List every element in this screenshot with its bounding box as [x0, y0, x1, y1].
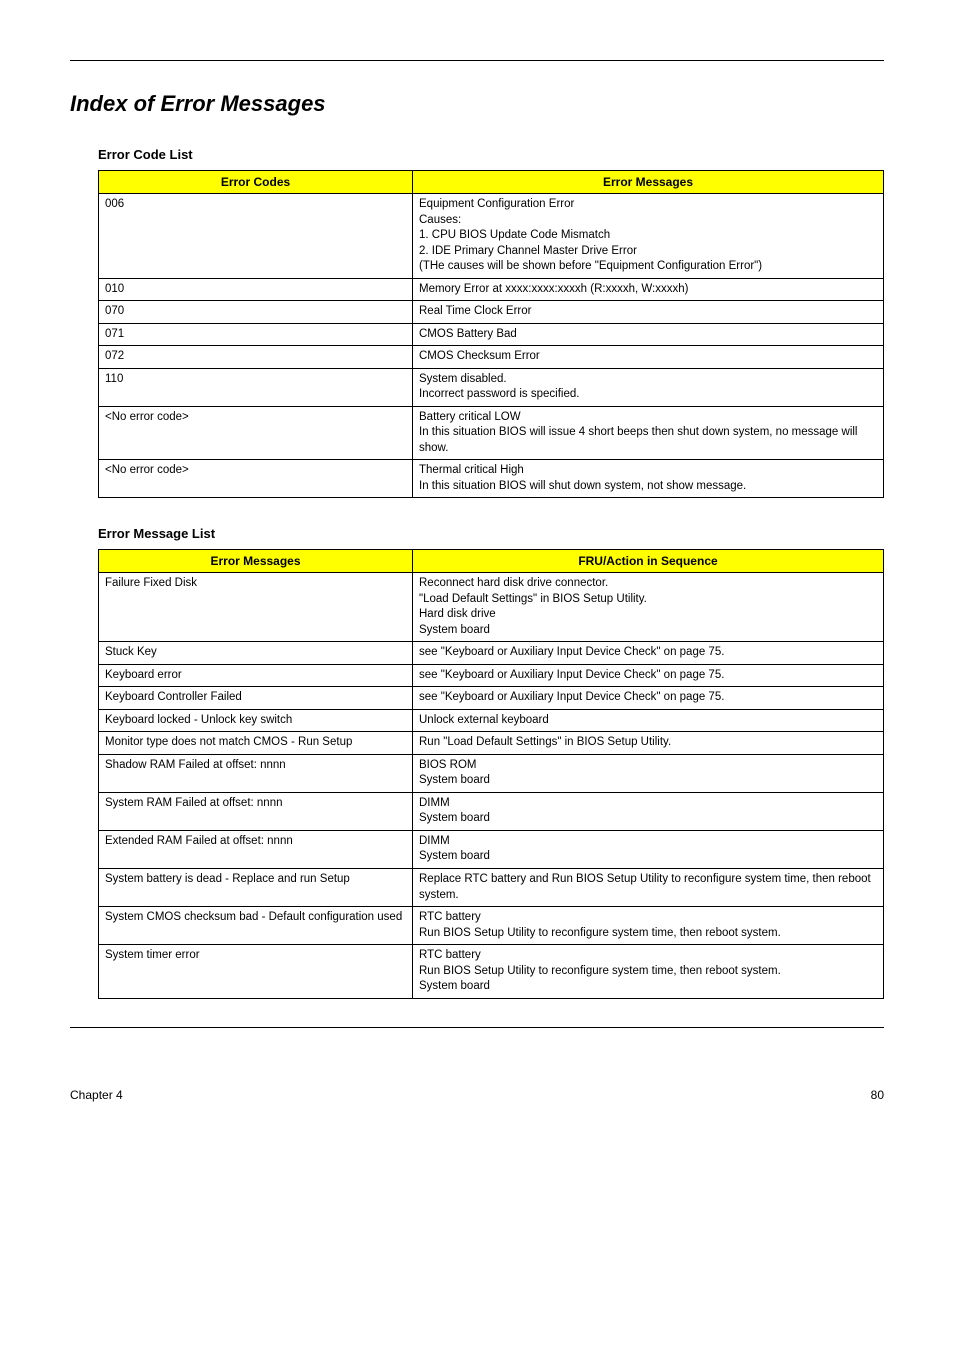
cell-right: see "Keyboard or Auxiliary Input Device … [413, 687, 884, 710]
cell-left: 110 [99, 368, 413, 406]
cell-left: 072 [99, 346, 413, 369]
cell-right: Unlock external keyboard [413, 709, 884, 732]
cell-right: see "Keyboard or Auxiliary Input Device … [413, 642, 884, 665]
table-row: Keyboard errorsee "Keyboard or Auxiliary… [99, 664, 884, 687]
cell-left: Extended RAM Failed at offset: nnnn [99, 830, 413, 868]
table-row: 110System disabled. Incorrect password i… [99, 368, 884, 406]
cell-right: RTC battery Run BIOS Setup Utility to re… [413, 907, 884, 945]
cell-right: DIMM System board [413, 830, 884, 868]
cell-right: Thermal critical High In this situation … [413, 460, 884, 498]
error-code-list-heading: Error Code List [98, 147, 884, 162]
cell-left: System RAM Failed at offset: nnnn [99, 792, 413, 830]
cell-left: Keyboard error [99, 664, 413, 687]
table-row: Stuck Keysee "Keyboard or Auxiliary Inpu… [99, 642, 884, 665]
error-message-table: Error Messages FRU/Action in Sequence Fa… [98, 549, 884, 998]
cell-right: BIOS ROM System board [413, 754, 884, 792]
table-row: <No error code>Battery critical LOW In t… [99, 406, 884, 460]
table-row: 071CMOS Battery Bad [99, 323, 884, 346]
table-row: 010Memory Error at xxxx:xxxx:xxxxh (R:xx… [99, 278, 884, 301]
cell-left: Failure Fixed Disk [99, 573, 413, 642]
error-code-tbody: 006Equipment Configuration Error Causes:… [99, 194, 884, 498]
th-error-messages2: Error Messages [99, 550, 413, 573]
cell-left: Shadow RAM Failed at offset: nnnn [99, 754, 413, 792]
table-row: 072CMOS Checksum Error [99, 346, 884, 369]
table-row: Shadow RAM Failed at offset: nnnnBIOS RO… [99, 754, 884, 792]
cell-left: Keyboard locked - Unlock key switch [99, 709, 413, 732]
top-rule [70, 60, 884, 61]
cell-right: Run "Load Default Settings" in BIOS Setu… [413, 732, 884, 755]
cell-right: Replace RTC battery and Run BIOS Setup U… [413, 868, 884, 906]
cell-left: 010 [99, 278, 413, 301]
cell-left: 070 [99, 301, 413, 324]
footer-chapter: Chapter 4 [70, 1088, 123, 1102]
table-row: <No error code>Thermal critical High In … [99, 460, 884, 498]
table-row: Monitor type does not match CMOS - Run S… [99, 732, 884, 755]
cell-right: CMOS Battery Bad [413, 323, 884, 346]
cell-right: DIMM System board [413, 792, 884, 830]
cell-right: CMOS Checksum Error [413, 346, 884, 369]
table-row: System CMOS checksum bad - Default confi… [99, 907, 884, 945]
cell-left: Monitor type does not match CMOS - Run S… [99, 732, 413, 755]
cell-right: Reconnect hard disk drive connector. "Lo… [413, 573, 884, 642]
cell-right: Equipment Configuration Error Causes: 1.… [413, 194, 884, 279]
footer-block: Chapter 4 80 [70, 1027, 884, 1102]
table-row: Extended RAM Failed at offset: nnnnDIMM … [99, 830, 884, 868]
table-row: Failure Fixed DiskReconnect hard disk dr… [99, 573, 884, 642]
cell-right: RTC battery Run BIOS Setup Utility to re… [413, 945, 884, 999]
footer-page: 80 [871, 1088, 884, 1102]
cell-left: <No error code> [99, 406, 413, 460]
page-title: Index of Error Messages [70, 91, 884, 117]
cell-right: see "Keyboard or Auxiliary Input Device … [413, 664, 884, 687]
cell-left: 071 [99, 323, 413, 346]
table-row: 006Equipment Configuration Error Causes:… [99, 194, 884, 279]
table-row: System battery is dead - Replace and run… [99, 868, 884, 906]
th-error-codes: Error Codes [99, 171, 413, 194]
footer-rule [70, 1027, 884, 1028]
table-row: System RAM Failed at offset: nnnnDIMM Sy… [99, 792, 884, 830]
error-message-list-heading: Error Message List [98, 526, 884, 541]
cell-right: Memory Error at xxxx:xxxx:xxxxh (R:xxxxh… [413, 278, 884, 301]
table-row: Keyboard locked - Unlock key switchUnloc… [99, 709, 884, 732]
error-code-table: Error Codes Error Messages 006Equipment … [98, 170, 884, 498]
cell-right: Real Time Clock Error [413, 301, 884, 324]
table-row: Keyboard Controller Failedsee "Keyboard … [99, 687, 884, 710]
cell-left: 006 [99, 194, 413, 279]
table-row: 070Real Time Clock Error [99, 301, 884, 324]
table-row: System timer errorRTC battery Run BIOS S… [99, 945, 884, 999]
cell-left: Stuck Key [99, 642, 413, 665]
error-message-tbody: Failure Fixed DiskReconnect hard disk dr… [99, 573, 884, 998]
cell-left: <No error code> [99, 460, 413, 498]
cell-left: Keyboard Controller Failed [99, 687, 413, 710]
cell-left: System battery is dead - Replace and run… [99, 868, 413, 906]
cell-right: System disabled. Incorrect password is s… [413, 368, 884, 406]
cell-right: Battery critical LOW In this situation B… [413, 406, 884, 460]
cell-left: System CMOS checksum bad - Default confi… [99, 907, 413, 945]
th-error-messages: Error Messages [413, 171, 884, 194]
cell-left: System timer error [99, 945, 413, 999]
th-fru-action: FRU/Action in Sequence [413, 550, 884, 573]
